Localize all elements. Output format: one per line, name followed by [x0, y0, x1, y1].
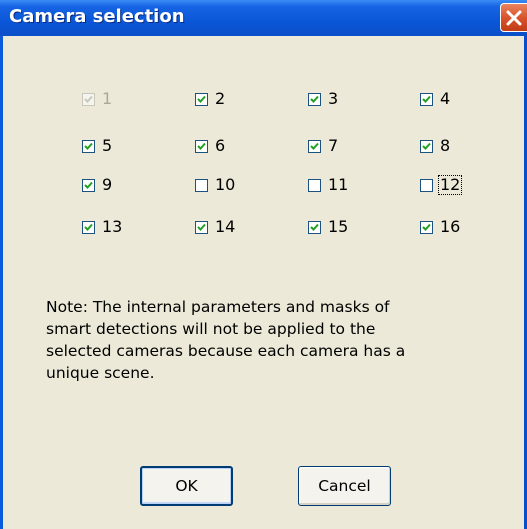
camera-checkbox-11[interactable]: 11: [308, 174, 349, 196]
camera-checkbox-2[interactable]: 2: [195, 88, 226, 110]
camera-label: 8: [440, 136, 451, 155]
dialog-title: Camera selection: [9, 6, 185, 27]
checkbox-box[interactable]: [420, 220, 433, 234]
camera-label: 2: [215, 89, 226, 108]
checkbox-box[interactable]: [308, 92, 321, 106]
note-text: Note: The internal parameters and masks …: [46, 298, 406, 382]
camera-checkbox-4[interactable]: 4: [420, 88, 451, 110]
camera-checkbox-15[interactable]: 15: [308, 216, 349, 238]
camera-checkbox-13[interactable]: 13: [82, 216, 123, 238]
checkmark-icon: [310, 142, 319, 150]
checkbox-box: [82, 92, 95, 106]
checkbox-box[interactable]: [420, 139, 433, 153]
camera-selection-dialog: Camera selection 1 2 3 4 5 6 7 8 9 10 11 12 13 14 15 16…: [0, 0, 527, 529]
camera-label: 13: [102, 217, 123, 236]
camera-checkbox-6[interactable]: 6: [195, 135, 226, 157]
camera-checkbox-12[interactable]: 12: [420, 174, 463, 196]
camera-label: 10: [215, 175, 236, 194]
camera-checkbox-1: 1: [82, 88, 113, 110]
checkbox-box[interactable]: [420, 92, 433, 106]
camera-checkbox-9[interactable]: 9: [82, 174, 113, 196]
camera-checkbox-14[interactable]: 14: [195, 216, 236, 238]
checkmark-icon: [84, 223, 93, 231]
checkbox-box[interactable]: [308, 139, 321, 153]
close-icon: [506, 10, 522, 26]
camera-checkbox-10[interactable]: 10: [195, 174, 236, 196]
checkmark-icon: [422, 142, 431, 150]
camera-checkbox-7[interactable]: 7: [308, 135, 339, 157]
checkbox-box[interactable]: [308, 220, 321, 234]
camera-label: 11: [328, 175, 349, 194]
checkmark-icon: [84, 95, 93, 103]
camera-label: 12: [437, 175, 463, 195]
checkbox-box[interactable]: [195, 139, 208, 153]
camera-label: 4: [440, 89, 451, 108]
close-button[interactable]: [500, 3, 527, 32]
camera-label: 7: [328, 136, 339, 155]
camera-label: 6: [215, 136, 226, 155]
camera-label: 5: [102, 136, 113, 155]
checkmark-icon: [422, 223, 431, 231]
cancel-button[interactable]: Cancel: [298, 466, 391, 506]
checkbox-box[interactable]: [195, 92, 208, 106]
camera-checkbox-16[interactable]: 16: [420, 216, 461, 238]
dialog-body: 1 2 3 4 5 6 7 8 9 10 11 12 13 14 15 16 Note: The intern…: [3, 36, 524, 529]
checkbox-box[interactable]: [82, 178, 95, 192]
camera-checkbox-8[interactable]: 8: [420, 135, 451, 157]
camera-checkbox-3[interactable]: 3: [308, 88, 339, 110]
checkbox-box[interactable]: [82, 220, 95, 234]
ok-button[interactable]: OK: [140, 466, 233, 506]
camera-checkbox-5[interactable]: 5: [82, 135, 113, 157]
checkbox-box[interactable]: [308, 178, 321, 192]
camera-label: 1: [102, 89, 113, 108]
checkbox-box[interactable]: [195, 178, 208, 192]
camera-label: 16: [440, 217, 461, 236]
checkmark-icon: [84, 142, 93, 150]
checkmark-icon: [197, 223, 206, 231]
camera-label: 9: [102, 175, 113, 194]
checkmark-icon: [310, 223, 319, 231]
checkbox-box[interactable]: [420, 178, 433, 192]
checkbox-box[interactable]: [82, 139, 95, 153]
checkbox-box[interactable]: [195, 220, 208, 234]
camera-label: 15: [328, 217, 349, 236]
checkmark-icon: [310, 95, 319, 103]
checkmark-icon: [197, 142, 206, 150]
checkmark-icon: [84, 181, 93, 189]
title-bar[interactable]: Camera selection: [0, 0, 527, 36]
camera-label: 3: [328, 89, 339, 108]
checkmark-icon: [197, 95, 206, 103]
checkmark-icon: [422, 95, 431, 103]
camera-label: 14: [215, 217, 236, 236]
